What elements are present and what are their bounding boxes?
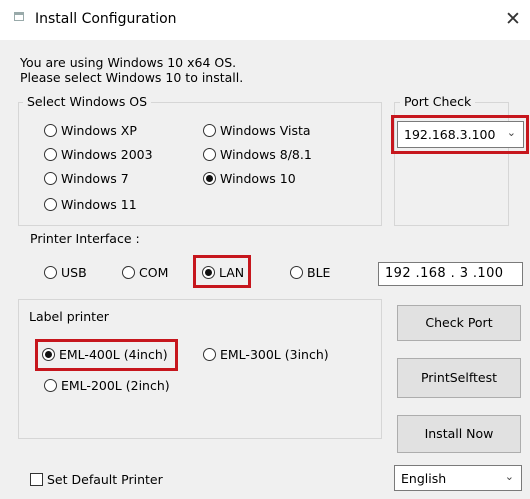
radio-circle-selected (203, 172, 216, 185)
port-check-label: Port Check (400, 94, 476, 109)
radio-windows-8[interactable]: Windows 8/8.1 (203, 147, 312, 162)
radio-windows-11[interactable]: Windows 11 (44, 197, 137, 212)
radio-windows-vista[interactable]: Windows Vista (203, 123, 311, 138)
radio-ble[interactable]: BLE (290, 265, 330, 280)
language-select[interactable]: English ⌄ (394, 465, 522, 491)
checkbox-box (30, 473, 43, 486)
radio-com[interactable]: COM (122, 265, 168, 280)
os-info-line1: You are using Windows 10 x64 OS. (20, 55, 237, 70)
check-port-button[interactable]: Check Port (397, 305, 521, 341)
radio-lan[interactable]: LAN (202, 265, 244, 280)
radio-circle (203, 348, 216, 361)
radio-circle (44, 198, 57, 211)
radio-windows-10[interactable]: Windows 10 (203, 171, 296, 186)
ip-address-input[interactable]: 192 .168 . 3 .100 (378, 262, 523, 286)
radio-usb[interactable]: USB (44, 265, 87, 280)
port-select[interactable]: 192.168.3.100 ⌄ (397, 121, 524, 148)
window-title: Install Configuration (35, 11, 177, 27)
port-select-value: 192.168.3.100 (404, 127, 496, 142)
radio-circle-selected (202, 266, 215, 279)
radio-eml-400l[interactable]: EML-400L (4inch) (42, 347, 168, 362)
radio-windows-7[interactable]: Windows 7 (44, 171, 129, 186)
radio-circle (44, 124, 57, 137)
radio-circle-selected (42, 348, 55, 361)
ip-address-value: 192 .168 . 3 .100 (385, 266, 504, 281)
radio-circle (290, 266, 303, 279)
radio-eml-300l[interactable]: EML-300L (3inch) (203, 347, 329, 362)
radio-windows-2003[interactable]: Windows 2003 (44, 147, 153, 162)
radio-circle (44, 172, 57, 185)
os-info-line2: Please select Windows 10 to install. (20, 70, 244, 85)
radio-windows-xp[interactable]: Windows XP (44, 123, 137, 138)
radio-circle (44, 148, 57, 161)
radio-circle (203, 124, 216, 137)
window-icon (14, 12, 24, 21)
radio-circle (44, 379, 57, 392)
chevron-down-icon: ⌄ (506, 126, 516, 139)
radio-eml-200l[interactable]: EML-200L (2inch) (44, 378, 170, 393)
language-select-value: English (401, 471, 447, 486)
os-group-label: Select Windows OS (23, 94, 152, 109)
label-printer-label: Label printer (29, 309, 109, 324)
chevron-down-icon: ⌄ (504, 470, 514, 483)
radio-circle (203, 148, 216, 161)
install-now-button[interactable]: Install Now (397, 415, 521, 453)
close-icon[interactable]: ✕ (500, 6, 526, 32)
radio-circle (122, 266, 135, 279)
title-bar: Install Configuration ✕ (0, 0, 530, 40)
set-default-printer-checkbox[interactable]: Set Default Printer (30, 472, 163, 487)
os-info: You are using Windows 10 x64 OS. Please … (20, 55, 243, 85)
print-selftest-button[interactable]: PrintSelftest (397, 358, 521, 398)
interface-label: Printer Interface : (30, 231, 140, 246)
radio-circle (44, 266, 57, 279)
